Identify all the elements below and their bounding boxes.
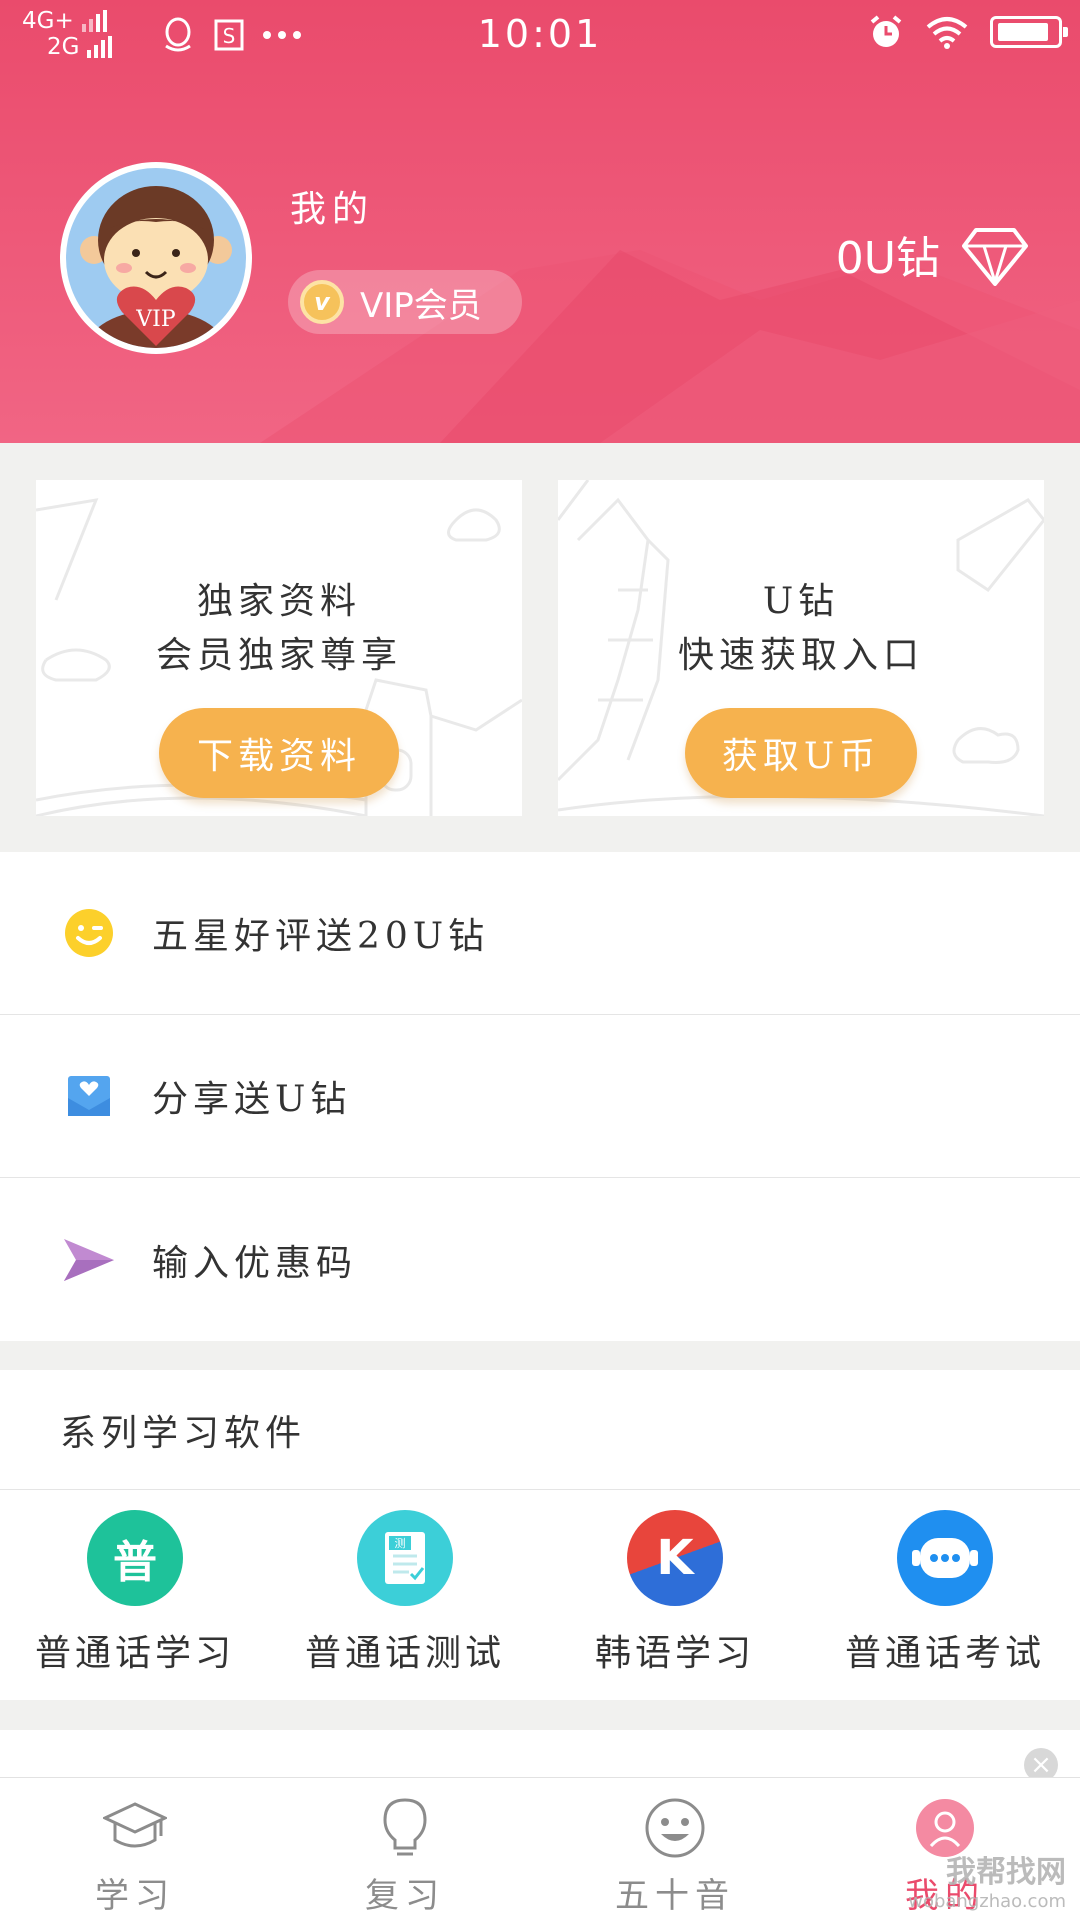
avatar-vip-badge: VIP xyxy=(135,307,176,332)
tab-fifty-sounds[interactable]: 五十音 xyxy=(540,1796,810,1917)
battery-icon xyxy=(990,16,1068,48)
ad-strip xyxy=(0,1730,1080,1778)
app-name: 韩语学习 xyxy=(594,1633,755,1674)
lightbulb-icon xyxy=(383,1798,427,1856)
menu-item-label: 五星好评送20U钻 xyxy=(152,916,490,957)
app-putonghua-learning[interactable]: 普 普通话学习 xyxy=(0,1510,270,1676)
card-line1: 独家资料 xyxy=(196,581,361,622)
app-putonghua-exam[interactable]: 普通话考试 xyxy=(810,1510,1080,1676)
user-title: 我的 xyxy=(290,189,375,230)
menu-item-share[interactable]: 分享送U钻 xyxy=(0,1015,1080,1178)
exclusive-materials-card: 独家资料 会员独家尊享 下载资料 xyxy=(36,480,522,816)
tab-label: 五十音 xyxy=(615,1876,735,1916)
app-name: 普通话测试 xyxy=(304,1633,505,1674)
alarm-icon xyxy=(870,15,902,47)
u-diamond-card: U钻 快速获取入口 获取U币 xyxy=(558,480,1044,816)
graduation-cap-icon xyxy=(103,1802,167,1848)
putonghua-icon: 普 xyxy=(87,1510,183,1606)
avatar[interactable]: VIP xyxy=(60,162,252,354)
bottom-tab-bar: 学习 复习 五十音 我的 我帮找网 wobangzhao.com xyxy=(0,1777,1080,1920)
vip-label: VIP会员 xyxy=(360,285,482,326)
menu-item-promo-code[interactable]: 输入优惠码 xyxy=(0,1178,1080,1341)
app-name: 普通话考试 xyxy=(844,1633,1045,1674)
profile-header: 4G+ 2G S 10:01 VIP 我的 v VIP会员 0U钻 xyxy=(0,0,1080,443)
series-apps-section: 系列学习软件 普 普通话学习 测 普通话测试 K 韩语学习 普通话考试 xyxy=(0,1370,1080,1700)
menu-item-label: 输入优惠码 xyxy=(152,1242,358,1284)
menu-list: 五星好评送20U钻 分享送U钻 输入优惠码 xyxy=(0,852,1080,1341)
system-icons xyxy=(868,14,1068,50)
watermark-url: wobangzhao.com xyxy=(908,1891,1066,1912)
tab-label: 学习 xyxy=(95,1876,175,1916)
smile-face-icon xyxy=(645,1798,705,1858)
section-title: 系列学习软件 xyxy=(0,1370,1080,1490)
app-name: 普通话学习 xyxy=(34,1633,235,1674)
smiley-icon xyxy=(64,908,114,958)
vip-coin-icon: v xyxy=(300,280,344,324)
app-glyph: K xyxy=(656,1530,694,1586)
promo-cards: 独家资料 会员独家尊享 下载资料 U钻 快速获取入口 获取U币 xyxy=(0,443,1080,852)
card-line1: U钻 xyxy=(762,581,840,622)
app-korean-learning[interactable]: K 韩语学习 xyxy=(540,1510,810,1676)
diamond-icon[interactable] xyxy=(962,226,1028,286)
app-glyph: 测 xyxy=(395,1537,406,1550)
status-bar: 4G+ 2G S 10:01 xyxy=(0,0,1080,70)
card-line2: 快速获取入口 xyxy=(677,635,924,676)
vip-member-button[interactable]: v VIP会员 xyxy=(288,270,522,334)
test-doc-icon: 测 xyxy=(357,1510,453,1606)
paper-plane-icon xyxy=(64,1235,114,1285)
tab-study[interactable]: 学习 xyxy=(0,1796,270,1917)
apps-row: 普 普通话学习 测 普通话测试 K 韩语学习 普通话考试 xyxy=(0,1490,1080,1700)
watermark: 我帮找网 wobangzhao.com xyxy=(908,1847,1066,1912)
menu-item-label: 分享送U钻 xyxy=(152,1079,352,1120)
korean-k-icon: K xyxy=(627,1510,723,1606)
chat-robot-icon xyxy=(897,1510,993,1606)
get-u-coin-button[interactable]: 获取U币 xyxy=(685,708,917,798)
tab-label: 复习 xyxy=(365,1876,445,1916)
download-materials-button[interactable]: 下载资料 xyxy=(159,708,399,798)
menu-item-five-star-review[interactable]: 五星好评送20U钻 xyxy=(0,852,1080,1015)
card-line2: 会员独家尊享 xyxy=(155,635,402,676)
app-glyph: 普 xyxy=(113,1537,157,1588)
tab-review[interactable]: 复习 xyxy=(270,1796,540,1917)
diamond-count[interactable]: 0U钻 xyxy=(836,222,940,286)
watermark-title: 我帮找网 xyxy=(946,1855,1066,1890)
app-putonghua-test[interactable]: 测 普通话测试 xyxy=(270,1510,540,1676)
monkey-avatar-icon: VIP xyxy=(66,168,246,348)
wifi-icon xyxy=(926,17,968,49)
share-heart-icon xyxy=(64,1071,114,1121)
